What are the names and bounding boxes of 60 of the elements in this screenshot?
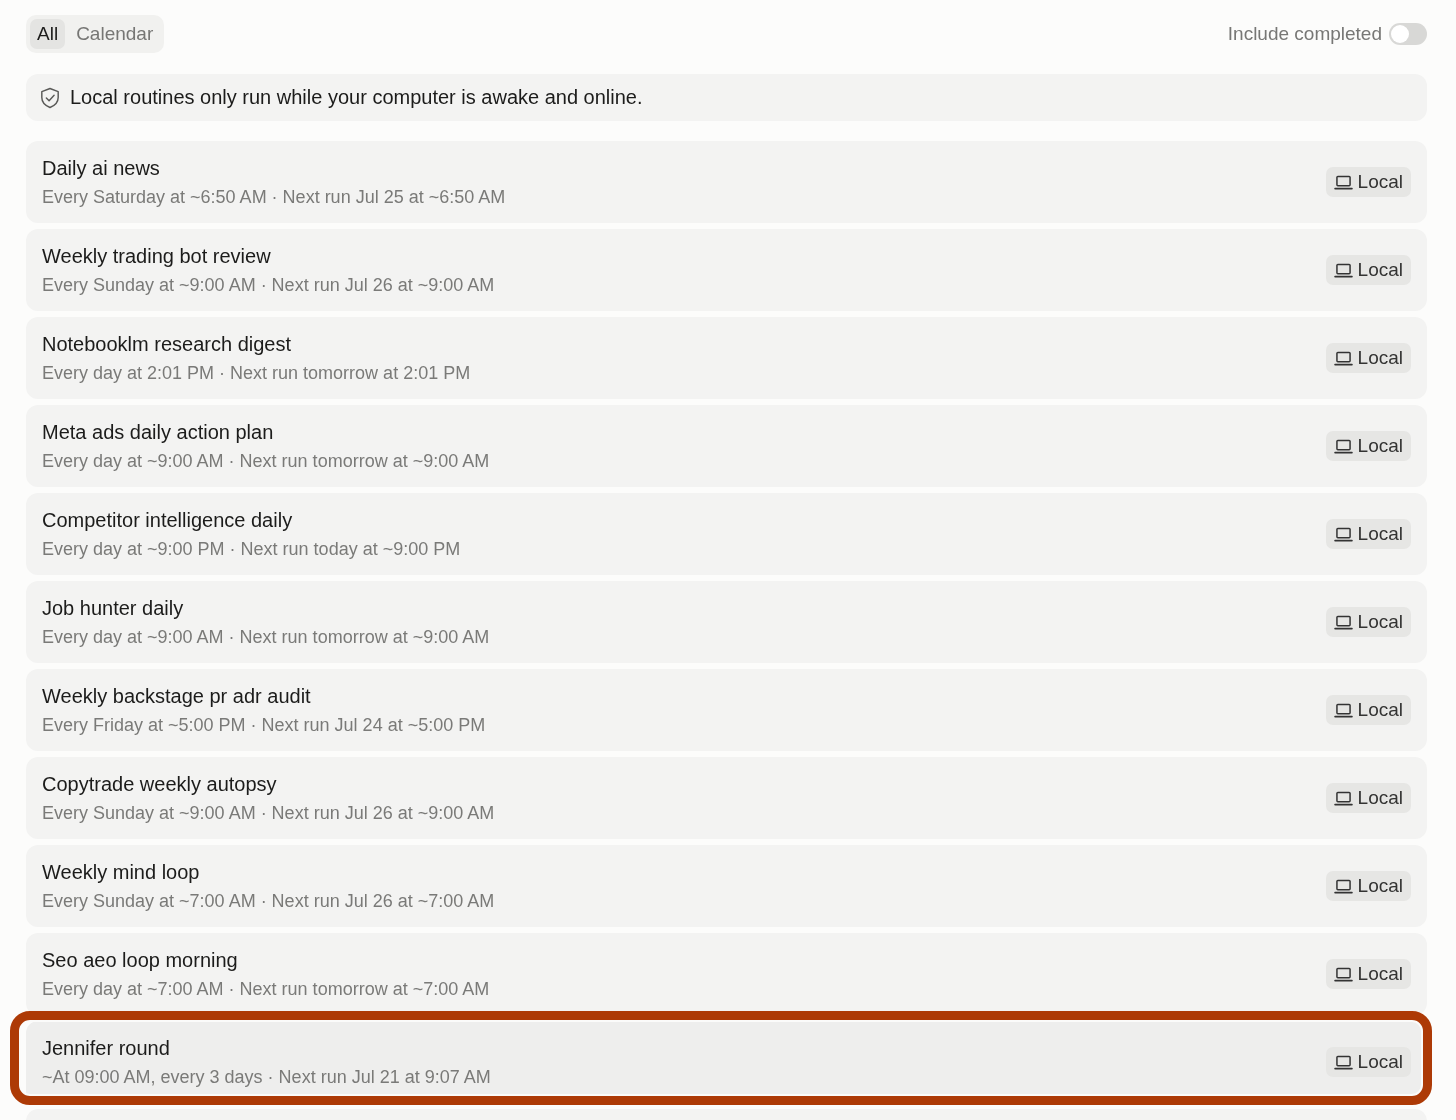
view-tab[interactable]: All: [30, 19, 66, 49]
routine-card[interactable]: Competitor intelligence daily Every day at ~9:00 PM · Next run today at ~9:00 PM Local: [26, 493, 1427, 575]
routine-title: Notebooklm research digest: [42, 332, 292, 357]
routine-title: Daily ai news: [42, 156, 161, 181]
laptop-icon: [1333, 438, 1353, 454]
routine-title: Job hunter daily: [42, 596, 185, 621]
badge-label: Local: [1357, 787, 1403, 809]
routine-schedule: Every day at ~9:00 AM · Next run tomorrow at ~9:00 AM: [42, 450, 490, 473]
routine-card[interactable]: Weekly mind loop Every Sunday at ~7:00 AM · Next run Jul 26 at ~7:00 AM Local: [26, 845, 1427, 927]
routine-card[interactable]: Weekly trading bot review Every Sunday at ~9:00 AM · Next run Jul 26 at ~9:00 AM Local: [26, 229, 1427, 311]
routine-card[interactable]: Notebooklm research digest Every day at 2:01 PM · Next run tomorrow at 2:01 PM Local: [26, 317, 1427, 399]
laptop-icon: [1333, 966, 1353, 982]
shield-check-icon: [40, 86, 60, 109]
badge-label: Local: [1357, 699, 1403, 721]
view-tab[interactable]: Calendar: [69, 19, 161, 49]
routine-title: Meta ads daily action plan: [42, 420, 275, 445]
routine-schedule: Every day at 2:01 PM · Next run tomorrow at 2:01 PM: [42, 362, 471, 385]
routine-card[interactable]: Weekly backstage pr adr audit Every Friday at ~5:00 PM · Next run Jul 24 at ~5:00 PM Local: [26, 669, 1427, 751]
routine-title: Weekly mind loop: [42, 860, 201, 885]
routine-title: Weekly backstage pr adr audit: [42, 684, 312, 709]
notice-text: Local routines only run while your computer is awake and online.: [70, 86, 643, 109]
badge-label: Local: [1357, 347, 1403, 369]
routine-card[interactable]: Job hunter daily Every day at ~9:00 AM · Next run tomorrow at ~9:00 AM Local: [26, 581, 1427, 663]
include-completed-toggle[interactable]: [1389, 23, 1427, 45]
routine-title: Copytrade weekly autopsy: [42, 772, 278, 797]
laptop-icon: [1333, 878, 1353, 894]
routine-schedule: Every day at ~9:00 AM · Next run tomorrow at ~9:00 AM: [42, 626, 490, 649]
laptop-icon: [1333, 614, 1353, 630]
routine-schedule: Every day at ~9:00 PM · Next run today at ~9:00 PM: [42, 538, 461, 561]
routine-title: Competitor intelligence daily: [42, 508, 294, 533]
badge-label: Local: [1357, 435, 1403, 457]
laptop-icon: [1333, 790, 1353, 806]
routine-card[interactable]: Copytrade weekly autopsy Every Sunday at ~9:00 AM · Next run Jul 26 at ~9:00 AM Local: [26, 757, 1427, 839]
laptop-icon: [1333, 1054, 1353, 1070]
routine-title: Seo aeo loop morning: [42, 948, 239, 973]
routine-card[interactable]: Seo aeo loop morning Every day at ~7:00 AM · Next run tomorrow at ~7:00 AM Local: [26, 933, 1427, 1015]
routine-schedule: Every Sunday at ~9:00 AM · Next run Jul 26 at ~9:00 AM: [42, 802, 495, 825]
routine-title: Jennifer round: [42, 1036, 171, 1061]
badge-label: Local: [1357, 875, 1403, 897]
toggle-label: Include completed: [1227, 23, 1382, 45]
routine-card[interactable]: Meta ads daily action plan Every day at ~9:00 AM · Next run tomorrow at ~9:00 AM Local: [26, 405, 1427, 487]
badge-label: Local: [1357, 171, 1403, 193]
routine-schedule: Every day at ~7:00 AM · Next run tomorrow at ~7:00 AM: [42, 978, 490, 1001]
routine-schedule: Every Sunday at ~7:00 AM · Next run Jul 26 at ~7:00 AM: [42, 890, 495, 913]
badge-label: Local: [1357, 259, 1403, 281]
laptop-icon: [1333, 526, 1353, 542]
badge-label: Local: [1357, 523, 1403, 545]
routine-schedule: Every Sunday at ~9:00 AM · Next run Jul 26 at ~9:00 AM: [42, 274, 495, 297]
routine-title: Weekly trading bot review: [42, 244, 272, 269]
badge-label: Local: [1357, 611, 1403, 633]
badge-label: Local: [1357, 1051, 1403, 1073]
routine-card[interactable]: Daily ai news Every Saturday at ~6:50 AM · Next run Jul 25 at ~6:50 AM Local: [26, 141, 1427, 223]
routine-schedule: Every Saturday at ~6:50 AM · Next run Jul 25 at ~6:50 AM: [42, 186, 506, 209]
laptop-icon: [1333, 350, 1353, 366]
laptop-icon: [1333, 174, 1353, 190]
laptop-icon: [1333, 702, 1353, 718]
badge-label: Local: [1357, 963, 1403, 985]
routine-schedule: ~At 09:00 AM, every 3 days · Next run Jul 21 at 9:07 AM: [42, 1066, 491, 1089]
routine-schedule: Every Friday at ~5:00 PM · Next run Jul 24 at ~5:00 PM: [42, 714, 486, 737]
laptop-icon: [1333, 262, 1353, 278]
